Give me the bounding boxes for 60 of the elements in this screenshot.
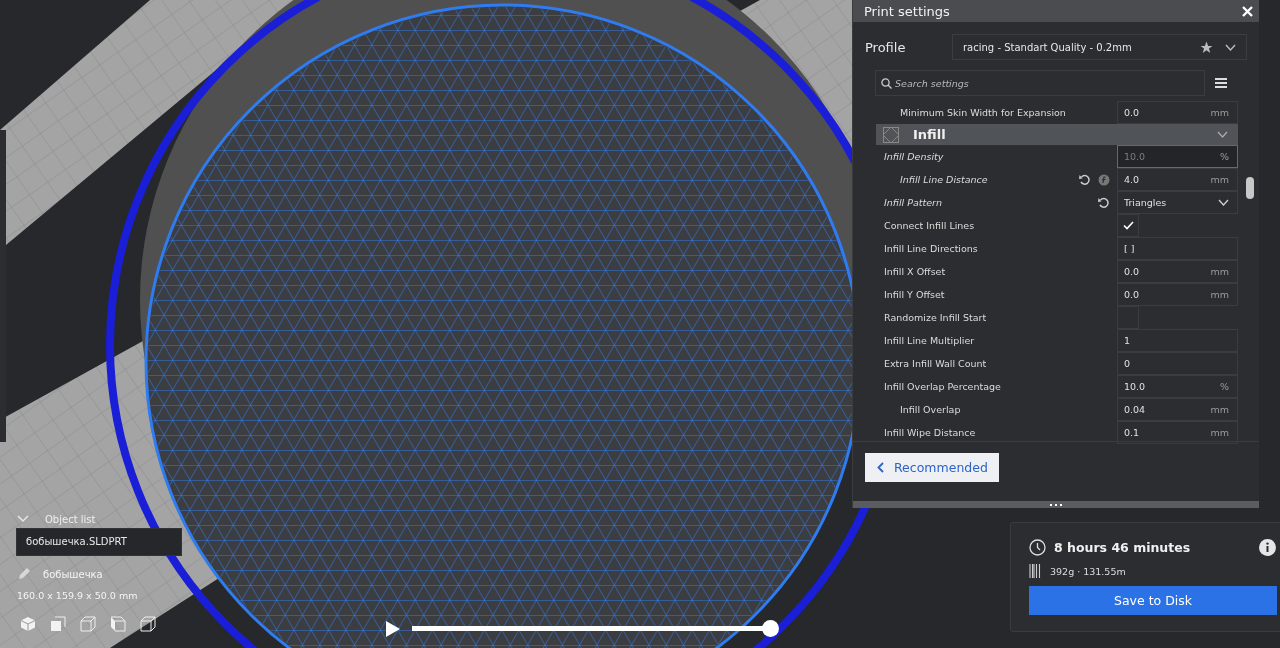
setting-label: Extra Infill Wall Count	[883, 358, 987, 369]
setting-checkbox[interactable]	[1117, 214, 1139, 237]
category-header[interactable]: Infill	[876, 124, 1238, 145]
play-icon[interactable]	[386, 620, 400, 637]
setting-label: Infill Overlap	[899, 404, 961, 415]
right-view-icon[interactable]	[140, 616, 156, 632]
setting-input[interactable]: [ ]	[1117, 237, 1238, 260]
setting-input[interactable]: 10.0 %	[1117, 375, 1238, 398]
setting-input[interactable]: 0.04 mm	[1117, 398, 1238, 421]
close-icon[interactable]	[1242, 5, 1253, 17]
setting-label: Infill Y Offset	[883, 289, 945, 300]
scrollbar-handle[interactable]	[1246, 177, 1254, 199]
chevron-icon	[1218, 199, 1229, 206]
setting-input[interactable]: 0.0 mm	[1117, 283, 1238, 306]
function-icon[interactable]	[1098, 173, 1110, 186]
category-label: Infill	[913, 127, 946, 142]
star-icon[interactable]	[1200, 40, 1213, 54]
search-field[interactable]: Search settings	[875, 70, 1205, 96]
recommended-button[interactable]: Recommended	[865, 453, 999, 482]
save-to-disk-button[interactable]: Save to Disk	[1029, 586, 1277, 615]
setting-input[interactable]: 0.1 mm	[1117, 421, 1238, 444]
resize-handle[interactable]	[853, 501, 1259, 508]
setting-label: Connect Infill Lines	[883, 220, 975, 231]
menu-icon[interactable]	[1215, 78, 1227, 88]
setting-label: Infill X Offset	[883, 266, 946, 277]
setting-input[interactable]: 1	[1117, 329, 1238, 352]
setting-label: Randomize Infill Start	[883, 312, 987, 323]
setting-dropdown[interactable]: Triangles	[1117, 191, 1238, 214]
material-usage: 392g · 131.55m	[1050, 565, 1126, 577]
search-icon	[881, 78, 892, 89]
setting-label: Infill Line Multiplier	[883, 335, 975, 346]
setting-input[interactable]: 0.0 mm	[1117, 260, 1238, 283]
profile-dropdown[interactable]: racing - Standart Quality - 0.2mm	[952, 34, 1247, 60]
reset-icon[interactable]	[1079, 173, 1091, 186]
object-name: бобышечка	[43, 568, 103, 580]
checkmark-icon	[1122, 221, 1134, 230]
front-view-icon[interactable]	[50, 616, 66, 632]
setting-label: Infill Overlap Percentage	[883, 381, 1001, 392]
infill-pattern-icon	[883, 126, 899, 143]
print-time: 8 hours 46 minutes	[1054, 540, 1191, 555]
setting-input[interactable]: 10.0 %	[1117, 145, 1238, 168]
setting-label: Minimum Skin Width for Expansion	[899, 107, 1066, 118]
setting-label: Infill Wipe Distance	[883, 427, 976, 438]
setting-input[interactable]: 4.0 mm	[1117, 168, 1238, 191]
setting-label: Infill Density	[883, 151, 944, 162]
panel-title: Print settings	[864, 3, 950, 19]
setting-label: Infill Line Directions	[883, 243, 978, 254]
setting-label: Infill Line Distance	[899, 174, 988, 185]
reset-icon[interactable]	[1098, 196, 1110, 209]
chevron-left-icon	[877, 462, 884, 473]
setting-input[interactable]: 0	[1117, 352, 1238, 375]
setting-label: Infill Pattern	[883, 197, 943, 208]
object-list-item[interactable]: бобышечка.SLDPRT	[17, 529, 181, 555]
filament-icon	[1029, 564, 1041, 578]
setting-input[interactable]: 0.0 mm	[1117, 101, 1238, 124]
profile-label: Profile	[865, 39, 907, 55]
clock-icon	[1029, 539, 1046, 556]
object-dimensions: 160.0 x 159.9 x 50.0 mm	[17, 590, 139, 601]
chevron-icon	[1225, 43, 1236, 51]
info-icon[interactable]	[1259, 539, 1276, 556]
